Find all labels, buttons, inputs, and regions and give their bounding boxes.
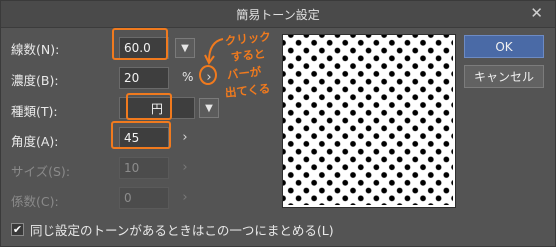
type-select[interactable]: 円 xyxy=(119,97,195,119)
angle-label: 角度(A): xyxy=(11,134,59,149)
chevron-down-icon: ▼ xyxy=(181,42,189,54)
angle-slider-toggle[interactable]: › xyxy=(178,127,192,147)
type-label: 種類(T): xyxy=(11,104,58,119)
density-input[interactable]: 20 xyxy=(119,67,169,89)
coefficient-slider-toggle: › xyxy=(178,187,192,207)
checkmark-icon: ✔ xyxy=(12,223,23,236)
cancel-button[interactable]: キャンセル xyxy=(464,65,544,88)
lines-input[interactable]: 60.0 xyxy=(119,37,169,59)
annotation-arrow xyxy=(204,38,224,65)
lines-label: 線数(N): xyxy=(11,42,60,57)
lines-dropdown-button[interactable]: ▼ xyxy=(175,38,195,58)
annotation-line-3: バーが xyxy=(226,64,263,82)
merge-tone-label: 同じ設定のトーンがあるときはこの一つにまとめる(L) xyxy=(30,223,334,238)
size-slider-toggle: › xyxy=(178,157,192,177)
merge-tone-checkbox[interactable]: ✔ xyxy=(11,223,24,236)
coefficient-label: 係数(C): xyxy=(11,194,59,209)
chevron-right-icon: › xyxy=(182,159,188,175)
dot-pattern xyxy=(283,35,453,205)
coefficient-input: 0 xyxy=(119,187,169,209)
chevron-down-icon: ▼ xyxy=(205,102,213,114)
title-bar: 簡易トーン設定 ✕ xyxy=(1,1,555,28)
chevron-right-icon: › xyxy=(206,69,212,85)
chevron-right-icon: › xyxy=(182,189,188,205)
tone-preview xyxy=(282,34,456,208)
angle-input[interactable]: 45 xyxy=(119,127,169,149)
chevron-right-icon: › xyxy=(182,129,188,145)
density-unit: % xyxy=(182,70,194,84)
density-slider-toggle[interactable]: › xyxy=(202,67,216,87)
size-input: 10 xyxy=(119,157,169,179)
size-label: サイズ(S): xyxy=(11,164,71,179)
annotation-line-4: 出てくる xyxy=(224,81,271,100)
close-icon[interactable]: ✕ xyxy=(530,4,543,22)
tone-settings-dialog: 簡易トーン設定 ✕ 線数(N): 60.0 ▼ 濃度(B): 20 % › 種類… xyxy=(0,0,556,247)
type-dropdown-button[interactable]: ▼ xyxy=(199,98,219,118)
annotation-line-2: すると xyxy=(230,46,267,64)
merge-tone-checkbox-row[interactable]: ✔ 同じ設定のトーンがあるときはこの一つにまとめる(L) xyxy=(11,220,334,239)
window-title: 簡易トーン設定 xyxy=(236,7,320,22)
ok-button[interactable]: OK xyxy=(464,35,544,58)
density-label: 濃度(B): xyxy=(11,73,59,88)
